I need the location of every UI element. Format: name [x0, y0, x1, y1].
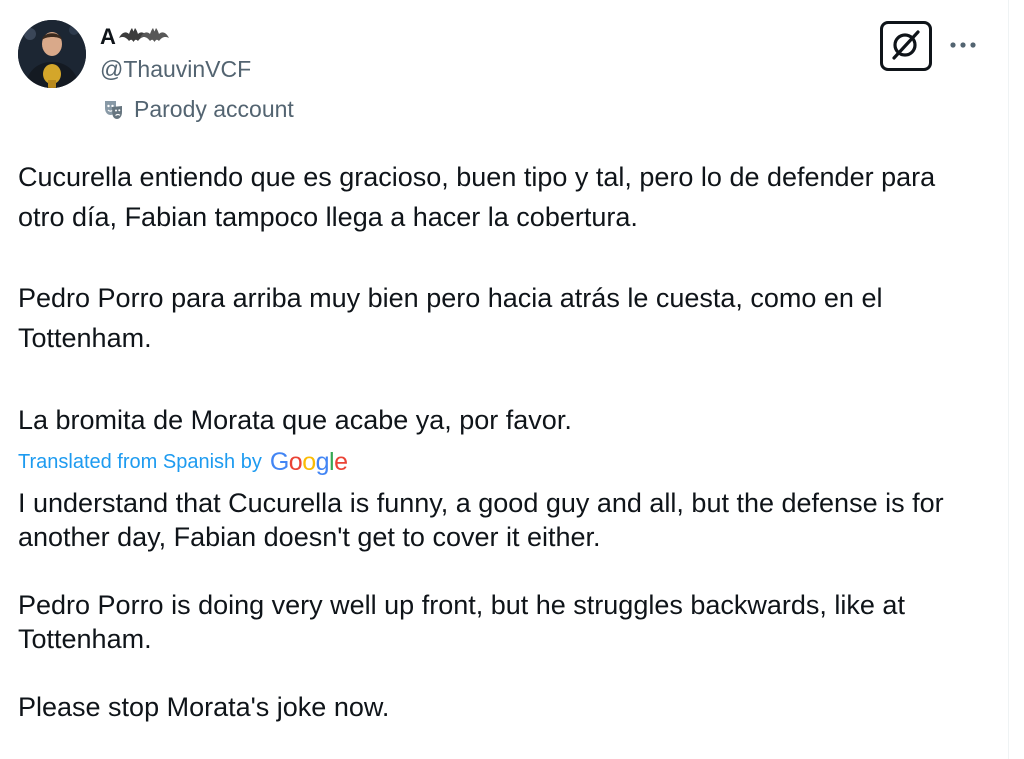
author-name-row[interactable]: A [100, 22, 170, 52]
more-options-icon [948, 36, 978, 54]
timeline-border [1008, 0, 1009, 759]
tweet: A @ThauvinVCF Parody account Cucurella e… [0, 0, 1008, 759]
google-logo-letter: e [334, 448, 348, 476]
avatar[interactable] [18, 20, 86, 88]
author-display-name[interactable]: A [100, 24, 116, 50]
grok-icon [889, 27, 923, 66]
translated-paragraph-2: Pedro Porro is doing very well up front,… [18, 590, 905, 654]
original-paragraph-2: Pedro Porro para arriba muy bien pero ha… [18, 283, 883, 353]
translated-paragraph-3: Please stop Morata's joke now. [18, 692, 390, 722]
google-logo-letter: G [269, 448, 289, 476]
author-handle[interactable]: @ThauvinVCF [100, 56, 251, 83]
bat-emoji-icon [118, 24, 170, 50]
parody-account-label: Parody account [102, 96, 294, 123]
google-logo-letter: g [315, 448, 330, 476]
translation-attribution[interactable]: Translated from Spanish by Google [18, 446, 348, 478]
original-paragraph-1: Cucurella entiendo que es gracioso, buen… [18, 162, 936, 232]
google-logo: Google [270, 446, 348, 478]
theater-mask-icon [102, 99, 124, 121]
grok-button[interactable] [880, 21, 932, 71]
parody-account-text: Parody account [134, 96, 294, 122]
original-paragraph-3: La bromita de Morata que acabe ya, por f… [18, 405, 572, 435]
translated-paragraph-1: I understand that Cucurella is funny, a … [18, 488, 944, 552]
translated-from-label[interactable]: Translated from Spanish by [18, 451, 262, 474]
google-logo-letter: o [302, 448, 316, 476]
google-logo-letter: o [288, 448, 303, 476]
more-options-button[interactable] [945, 30, 981, 60]
